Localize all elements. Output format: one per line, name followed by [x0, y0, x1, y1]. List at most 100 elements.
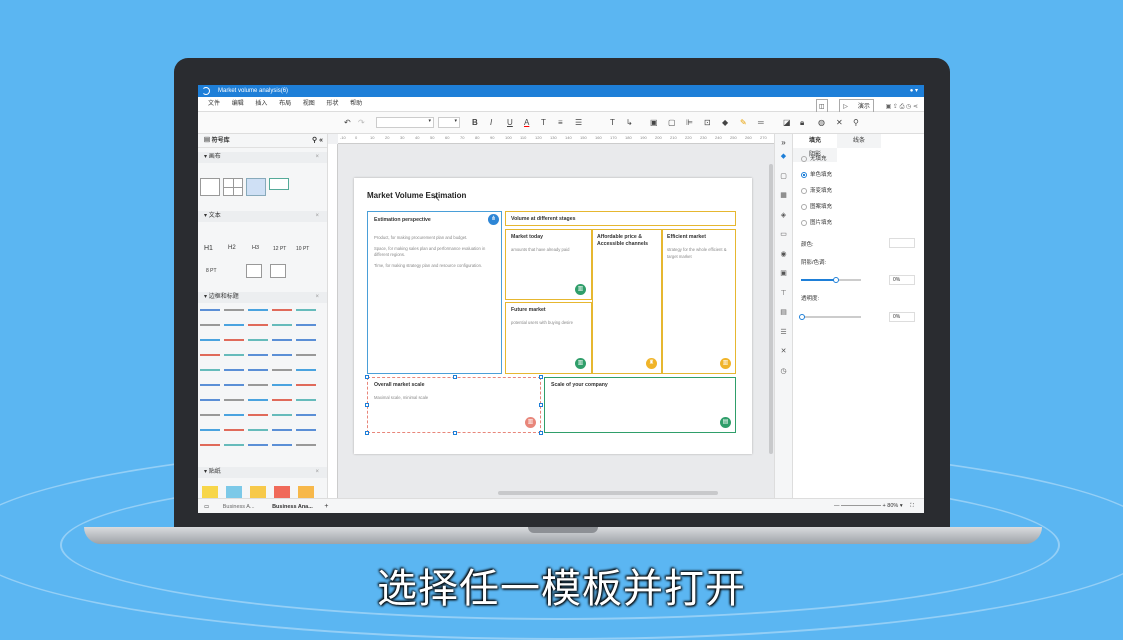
border-shape[interactable] [296, 354, 316, 356]
font-size-select[interactable]: ▾ [438, 117, 460, 128]
volume-box[interactable]: Volume at different stages [505, 211, 736, 226]
font-family-select[interactable]: ▾ [376, 117, 434, 128]
border-shape[interactable] [248, 444, 268, 446]
notes-icon[interactable]: ▤ [775, 303, 792, 323]
text-12pt[interactable]: 12 PT [273, 246, 286, 252]
transparency-slider[interactable] [799, 314, 861, 320]
redo-icon[interactable]: ↷ [358, 118, 365, 127]
data-icon[interactable]: ◉ [775, 245, 792, 265]
transparency-value[interactable]: 0% [889, 312, 915, 322]
line-spacing-icon[interactable]: ☰ [575, 118, 582, 127]
text-8pt[interactable]: 8 PT [206, 268, 217, 274]
menu-insert[interactable]: 插入 [255, 97, 267, 112]
close-icon[interactable]: × [315, 152, 319, 163]
border-shape[interactable] [248, 339, 268, 341]
border-shape[interactable] [224, 429, 244, 431]
fill-option-pattern[interactable]: 图案填充 [801, 202, 832, 210]
border-shape[interactable] [248, 369, 268, 371]
expand-icon[interactable]: » [775, 138, 792, 147]
company-scale-box[interactable]: Scale of your company ▤ [544, 377, 736, 433]
resize-handle[interactable] [539, 375, 543, 379]
menu-shape[interactable]: 形状 [326, 97, 338, 112]
expand-arrows-icon[interactable]: ✕ [775, 342, 792, 362]
grid-icon[interactable]: ▦ [775, 186, 792, 206]
zoom-slider[interactable] [841, 505, 882, 507]
border-shape[interactable] [200, 354, 220, 356]
layers-icon[interactable]: ◈ [775, 206, 792, 226]
present-icon[interactable]: ▭ [775, 225, 792, 245]
future-market-box[interactable]: Future market potential users with buyin… [505, 302, 592, 374]
border-shape[interactable] [200, 339, 220, 341]
vertical-scrollbar[interactable] [769, 164, 773, 454]
zoom-level[interactable]: 80% [887, 503, 898, 509]
border-shape[interactable] [272, 429, 292, 431]
close-icon[interactable]: × [315, 467, 319, 478]
text-10pt[interactable]: 10 PT [296, 246, 309, 252]
border-shape[interactable] [200, 384, 220, 386]
border-shape[interactable] [200, 429, 220, 431]
shade-value[interactable]: 0% [889, 275, 915, 285]
border-shape[interactable] [248, 354, 268, 356]
market-today-box[interactable]: Market today amounts that have already p… [505, 229, 592, 300]
border-shape[interactable] [296, 384, 316, 386]
text-h3[interactable]: H3 [252, 245, 259, 251]
fill-option-gradient[interactable]: 渐变填充 [801, 186, 832, 194]
border-shape[interactable] [248, 309, 268, 311]
border-shape[interactable] [296, 339, 316, 341]
section-canvas[interactable]: ▾ 画布 × [198, 152, 327, 163]
section-text[interactable]: ▾ 文本 × [198, 211, 327, 222]
border-shape[interactable] [296, 414, 316, 416]
overall-scale-box[interactable]: Overall market scale Maximal scale, mini… [365, 375, 543, 435]
close-icon[interactable]: × [315, 211, 319, 222]
close-icon[interactable]: × [315, 292, 319, 303]
border-shape[interactable] [224, 369, 244, 371]
menu-edit[interactable]: 编辑 [232, 97, 244, 112]
border-shape[interactable] [224, 384, 244, 386]
border-shape[interactable] [296, 399, 316, 401]
add-page-button[interactable]: + [324, 503, 328, 510]
group-icon[interactable]: ⊡ [704, 118, 711, 127]
line-style-icon[interactable]: ═ [758, 118, 764, 127]
align-left-icon[interactable]: ⊫ [686, 118, 693, 127]
page-icon[interactable]: ▢ [775, 167, 792, 187]
resize-handle[interactable] [365, 403, 369, 407]
edit-shape-icon[interactable]: ◪ [783, 118, 791, 127]
border-shape[interactable] [200, 324, 220, 326]
image-icon[interactable]: ▣ [775, 264, 792, 284]
border-shape[interactable] [272, 339, 292, 341]
shape-table[interactable] [246, 178, 266, 196]
lock-icon[interactable]: 🔒︎ [800, 118, 804, 128]
italic-icon[interactable]: I [490, 118, 492, 127]
horizontal-scrollbar[interactable] [498, 491, 718, 495]
menu-help[interactable]: 帮助 [350, 97, 362, 112]
tab-fill[interactable]: 填充 [793, 134, 837, 148]
textbox-icon[interactable]: T [610, 118, 615, 127]
diagram-title[interactable]: Market Volume Estimation [367, 191, 466, 200]
slider-thumb[interactable] [833, 277, 839, 283]
efficient-market-box[interactable]: Efficient market strategy for the whole … [662, 229, 736, 374]
border-shape[interactable] [272, 324, 292, 326]
menu-file[interactable]: 文件 [208, 97, 220, 112]
border-shape[interactable] [248, 429, 268, 431]
line-color-icon[interactable]: ✎ [740, 118, 747, 127]
border-shape[interactable] [296, 309, 316, 311]
undo-icon[interactable]: ↶ [344, 118, 351, 127]
format-icon[interactable]: ☰ [775, 323, 792, 343]
fill-icon[interactable]: ◆ [775, 147, 792, 167]
border-shape[interactable] [248, 414, 268, 416]
border-shape[interactable] [200, 309, 220, 311]
affordable-box[interactable]: Affordable price & Accessible channels ♜ [592, 229, 662, 374]
resize-handle[interactable] [365, 375, 369, 379]
estimation-box[interactable]: Estimation perspective Product, for maki… [367, 211, 502, 374]
border-shape[interactable] [272, 444, 292, 446]
resize-handle[interactable] [453, 375, 457, 379]
border-shape[interactable] [272, 369, 292, 371]
copy-style-icon[interactable]: ▢ [668, 118, 676, 127]
shape-icon[interactable]: ▣ [650, 118, 658, 127]
zoom-in-icon[interactable]: + [883, 503, 886, 509]
crop-icon[interactable]: ◍ [818, 118, 825, 127]
border-shape[interactable] [224, 444, 244, 446]
collapse-icon[interactable]: ⚲ « [312, 134, 323, 148]
fill-option-image[interactable]: 图片填充 [801, 218, 832, 226]
border-shape[interactable] [296, 429, 316, 431]
